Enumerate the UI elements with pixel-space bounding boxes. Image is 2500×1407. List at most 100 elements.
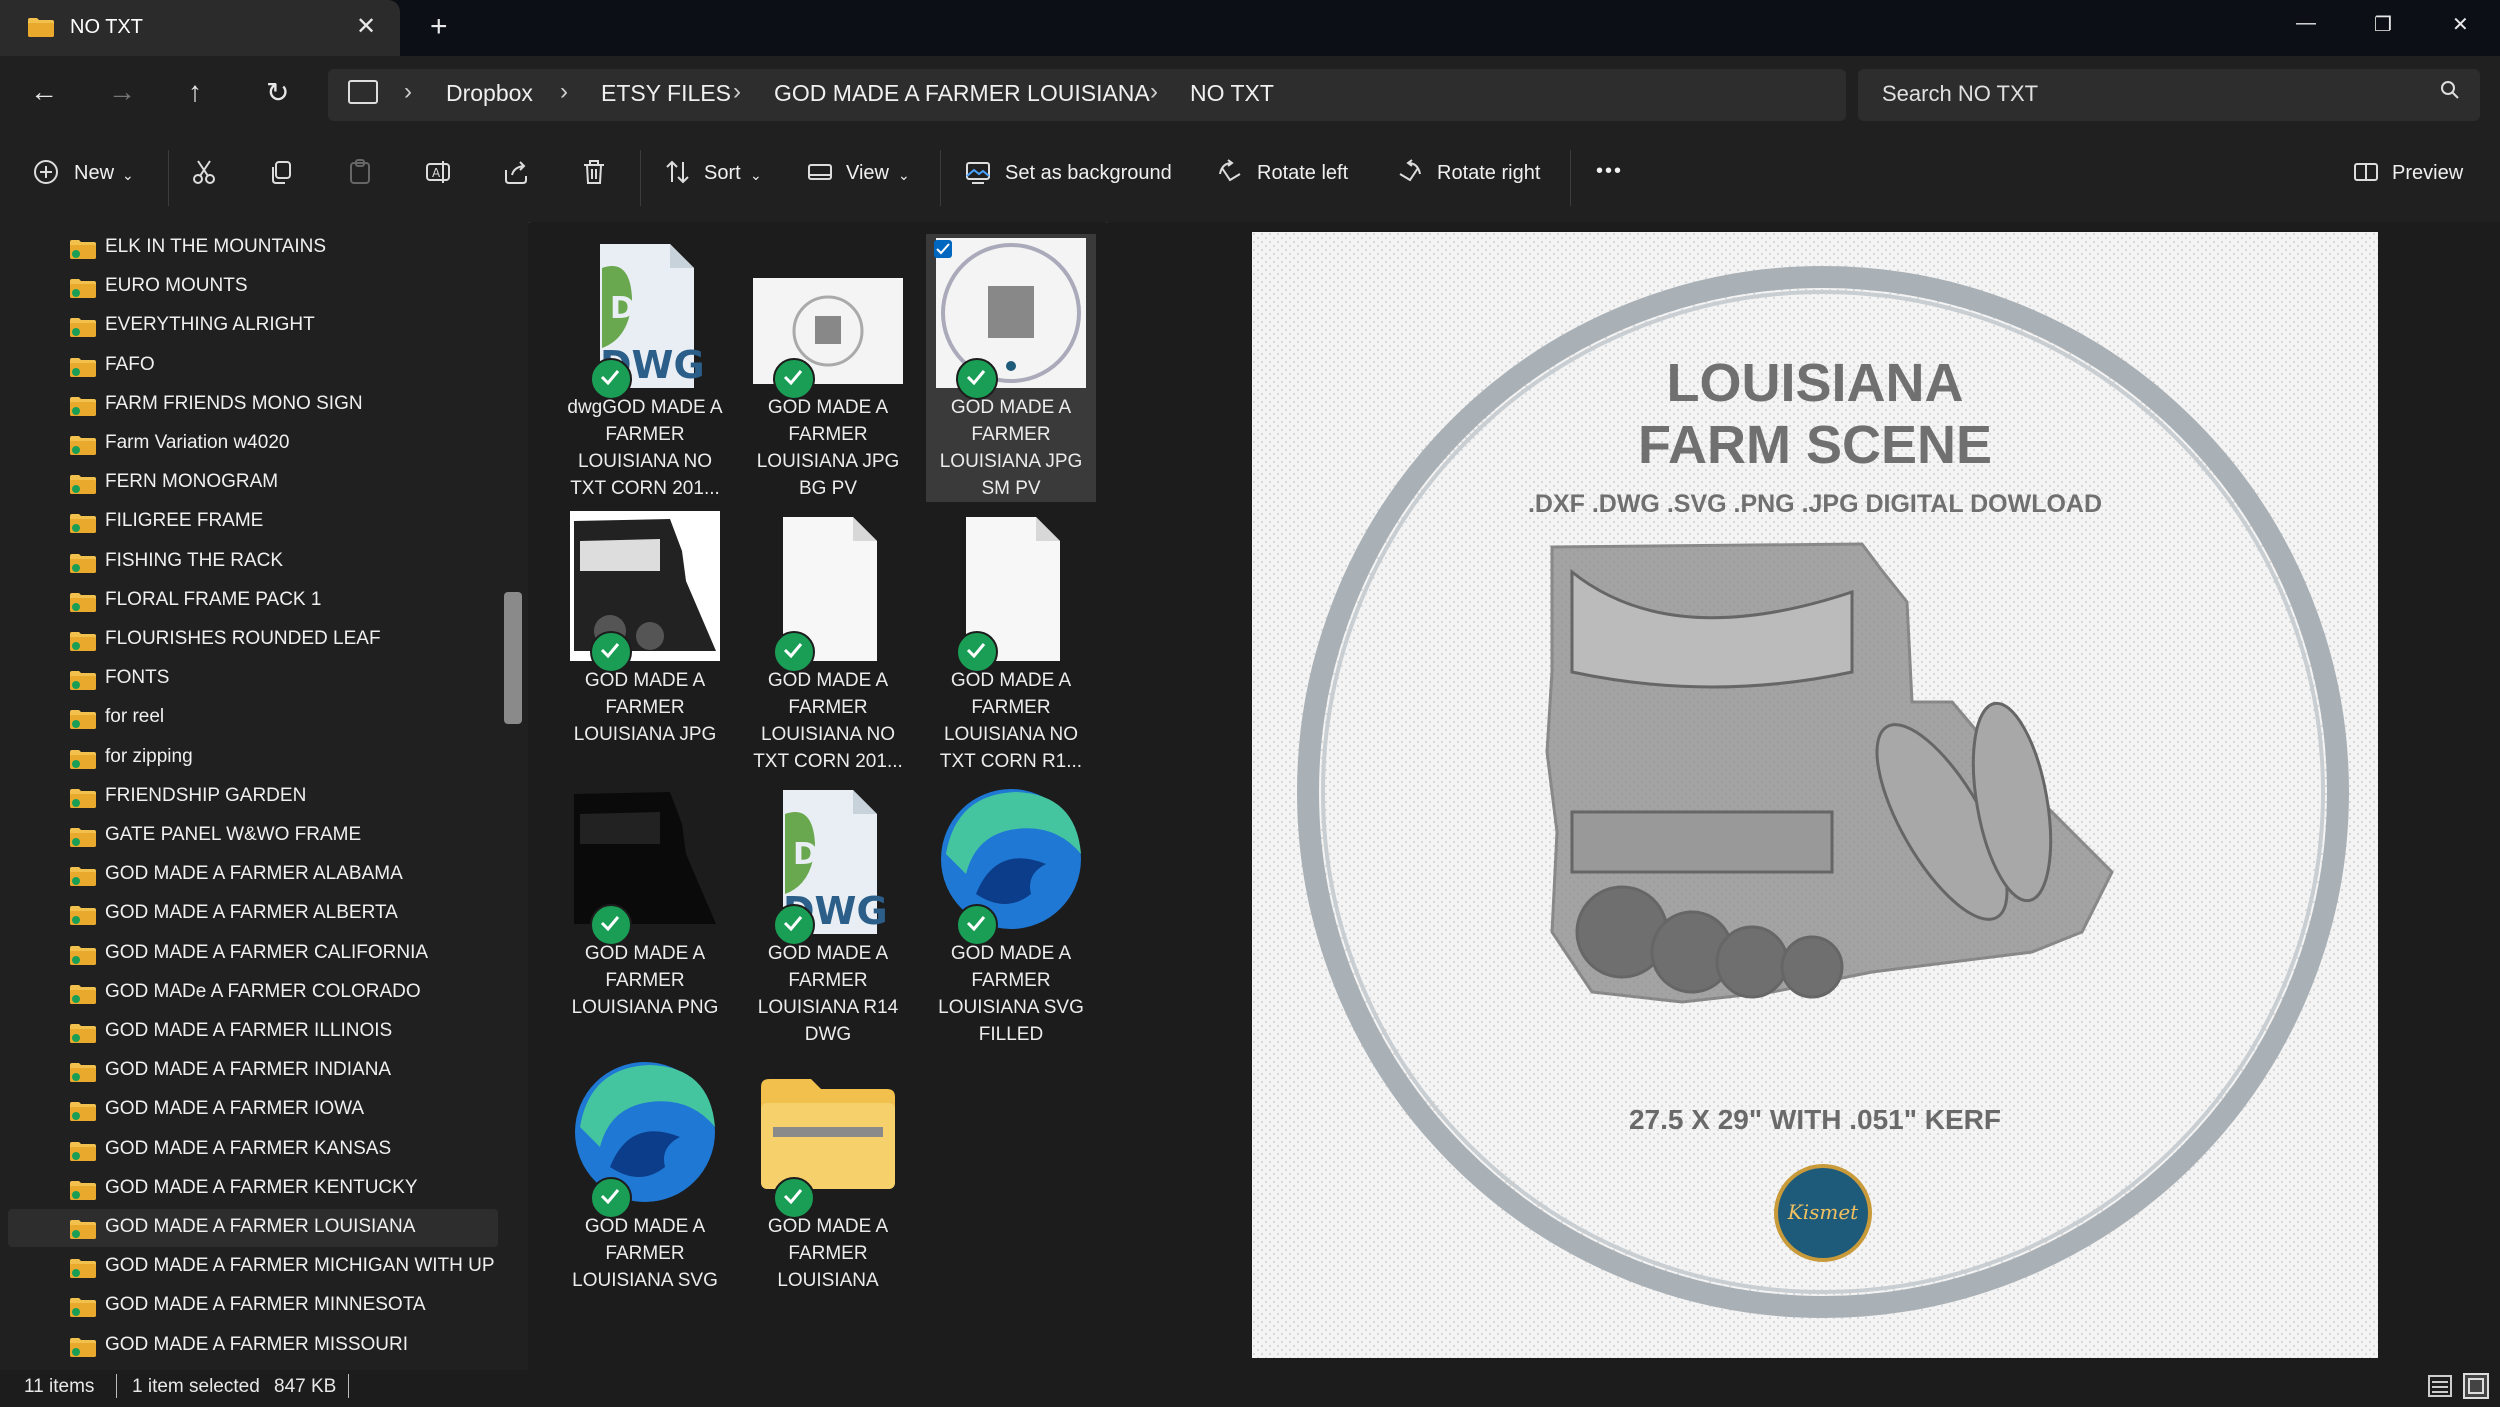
sidebar-item[interactable]: GOD MADE A FARMER ALABAMA: [8, 856, 498, 894]
file-item[interactable]: GOD MADE A FARMER LOUISIANA NO TXT CORN …: [926, 507, 1096, 775]
breadcrumb-god-made-a-farmer-louisiana[interactable]: GOD MADE A FARMER LOUISIANA: [774, 80, 1150, 107]
breadcrumb-no-txt[interactable]: NO TXT: [1190, 80, 1274, 107]
sidebar-item-label: GOD MADE A FARMER INDIANA: [105, 1059, 392, 1081]
cut-icon[interactable]: [190, 158, 218, 186]
sidebar-item[interactable]: GOD MADE A FARMER INDIANA: [8, 1052, 498, 1090]
chevron-down-icon[interactable]: ⌄: [750, 167, 762, 184]
sidebar-item-label: Farm Variation w4020: [105, 432, 290, 453]
rename-icon[interactable]: A: [424, 158, 452, 186]
toolbar-divider: [940, 150, 941, 206]
preview-pane-icon[interactable]: [2352, 158, 2380, 186]
forward-icon[interactable]: →: [108, 76, 136, 108]
file-name: GOD MADE A FARMER LOUISIANA PNG: [571, 943, 719, 1018]
sidebar-item[interactable]: FONTS: [8, 660, 498, 698]
sidebar-item[interactable]: GOD MADE A FARMER MINNESOTA: [8, 1287, 498, 1325]
view-icon[interactable]: [806, 158, 834, 186]
set-as-background-button[interactable]: Set as background: [1005, 162, 1172, 185]
file-item[interactable]: GOD MADE A FARMER LOUISIANA PNG: [560, 780, 730, 1048]
close-icon[interactable]: ✕: [2452, 12, 2469, 37]
chevron-right-icon: ›: [404, 78, 412, 105]
rotate-left-button[interactable]: Rotate left: [1257, 162, 1348, 185]
folder-icon: [70, 1298, 96, 1318]
share-icon[interactable]: [502, 158, 530, 186]
paste-icon[interactable]: [346, 158, 374, 186]
tab-close-icon[interactable]: ✕: [356, 12, 376, 41]
sidebar-item[interactable]: GATE PANEL W&WO FRAME: [8, 817, 498, 855]
breadcrumb-dropbox[interactable]: Dropbox: [446, 80, 533, 107]
sidebar-scrollbar[interactable]: [504, 592, 522, 724]
sidebar-item[interactable]: Farm Variation w4020: [8, 425, 498, 463]
sidebar-item[interactable]: EVERYTHING ALRIGHT: [8, 307, 498, 345]
file-item[interactable]: GOD MADE A FARMER LOUISIANA JPG SM PV: [926, 234, 1096, 502]
restore-icon[interactable]: ❐: [2374, 12, 2392, 37]
file-item[interactable]: GOD MADE A FARMER LOUISIANA SVG: [560, 1053, 730, 1321]
details-view-icon[interactable]: [2426, 1372, 2454, 1400]
search-icon[interactable]: [2440, 80, 2460, 100]
sidebar-item-label: GOD MADE A FARMER ILLINOIS: [105, 1020, 393, 1041]
sidebar-item[interactable]: for reel: [8, 699, 498, 737]
chevron-right-icon: ›: [560, 78, 568, 105]
sidebar-item[interactable]: GOD MADE A FARMER MISSOURI: [8, 1327, 498, 1365]
sidebar-item[interactable]: GOD MADE A FARMER MICHIGAN WITH UP: [8, 1248, 498, 1286]
preview-button[interactable]: Preview: [2392, 162, 2463, 185]
sort-icon[interactable]: [664, 158, 692, 186]
minimize-icon[interactable]: —: [2296, 12, 2316, 35]
sidebar-item[interactable]: ELK IN THE MOUNTAINS: [8, 229, 498, 267]
sidebar-item[interactable]: GOD MADE A FARMER ALBERTA: [8, 895, 498, 933]
sidebar-item[interactable]: FISHING THE RACK: [8, 543, 498, 581]
more-options-button[interactable]: •••: [1596, 160, 1623, 183]
chevron-down-icon[interactable]: ⌄: [898, 167, 910, 184]
sidebar-item[interactable]: for zipping: [8, 739, 498, 777]
sidebar-item[interactable]: GOD MADE A FARMER KENTUCKY: [8, 1170, 498, 1208]
breadcrumb-etsy-files[interactable]: ETSY FILES: [601, 80, 731, 107]
file-item[interactable]: Ds DWG GOD MADE A FARMER LOUISIANA R14 DWG: [743, 780, 913, 1048]
sidebar-item[interactable]: FRIENDSHIP GARDEN: [8, 778, 498, 816]
sidebar-item[interactable]: GOD MADE A FARMER ILLINOIS: [8, 1013, 498, 1051]
computer-icon[interactable]: [348, 80, 378, 104]
large-icons-view-icon[interactable]: [2462, 1372, 2490, 1400]
sidebar-item-label: GATE PANEL W&WO FRAME: [105, 824, 362, 845]
rotate-right-icon[interactable]: [1396, 158, 1424, 186]
sidebar-item[interactable]: GOD MADe A FARMER COLORADO: [8, 974, 498, 1012]
sidebar-item[interactable]: FLORAL FRAME PACK 1: [8, 582, 498, 620]
sidebar-item[interactable]: FAFO: [8, 347, 498, 385]
up-icon[interactable]: ↑: [188, 76, 202, 108]
refresh-icon[interactable]: ↻: [266, 76, 289, 109]
rotate-right-button[interactable]: Rotate right: [1437, 162, 1540, 185]
file-item[interactable]: GOD MADE A FARMER LOUISIANA JPG: [560, 507, 730, 775]
preview-image: LOUISIANA FARM SCENE .DXF .DWG .SVG .PNG…: [1252, 232, 2378, 1358]
sidebar-item[interactable]: FERN MONOGRAM: [8, 464, 498, 502]
window-tab[interactable]: [0, 0, 400, 56]
sidebar-item[interactable]: GOD MADE A FARMER LOUISIANA: [8, 1209, 498, 1247]
delete-icon[interactable]: [580, 158, 608, 186]
file-item[interactable]: GOD MADE A FARMER LOUISIANA NO TXT CORN …: [743, 507, 913, 775]
copy-icon[interactable]: [268, 158, 296, 186]
sidebar-item[interactable]: GOD MADE A FARMER IOWA: [8, 1091, 498, 1129]
dwg-ds-text: Ds: [610, 291, 653, 326]
chevron-down-icon[interactable]: ⌄: [122, 167, 134, 184]
sidebar-item[interactable]: FILIGREE FRAME: [8, 503, 498, 541]
rotate-left-icon[interactable]: [1216, 158, 1244, 186]
set-background-icon[interactable]: [964, 158, 992, 186]
new-button[interactable]: New: [74, 162, 114, 185]
file-item[interactable]: GOD MADE A FARMER LOUISIANA JPG BG PV: [743, 234, 913, 502]
sidebar-item[interactable]: FARM FRIENDS MONO SIGN: [8, 386, 498, 424]
file-item[interactable]: Ds DWG dwgGOD MADE A FARMER LOUISIANA NO T…: [560, 234, 730, 502]
selection-count: 1 item selected: [132, 1376, 260, 1397]
file-item[interactable]: GOD MADE A FARMER LOUISIANA: [743, 1053, 913, 1321]
file-item[interactable]: GOD MADE A FARMER LOUISIANA SVG FILLED: [926, 780, 1096, 1048]
sidebar-item[interactable]: GOD MADE A FARMER KANSAS: [8, 1131, 498, 1169]
sidebar-item-label: EURO MOUNTS: [105, 275, 248, 297]
new-icon[interactable]: [32, 158, 60, 186]
sidebar-item[interactable]: GOD MADE A FARMER CALIFORNIA: [8, 935, 498, 973]
sidebar-item[interactable]: EURO MOUNTS: [8, 268, 498, 306]
view-button[interactable]: View: [846, 162, 889, 185]
selection-checkbox[interactable]: [934, 240, 952, 258]
folder-icon: [70, 828, 96, 847]
new-tab-icon[interactable]: +: [430, 10, 448, 44]
file-thumbnail: [753, 238, 903, 388]
back-icon[interactable]: ←: [30, 76, 58, 108]
sort-button[interactable]: Sort: [704, 162, 741, 185]
sidebar-item[interactable]: FLOURISHES ROUNDED LEAF: [8, 621, 498, 659]
selection-size: 847 KB: [274, 1376, 337, 1397]
